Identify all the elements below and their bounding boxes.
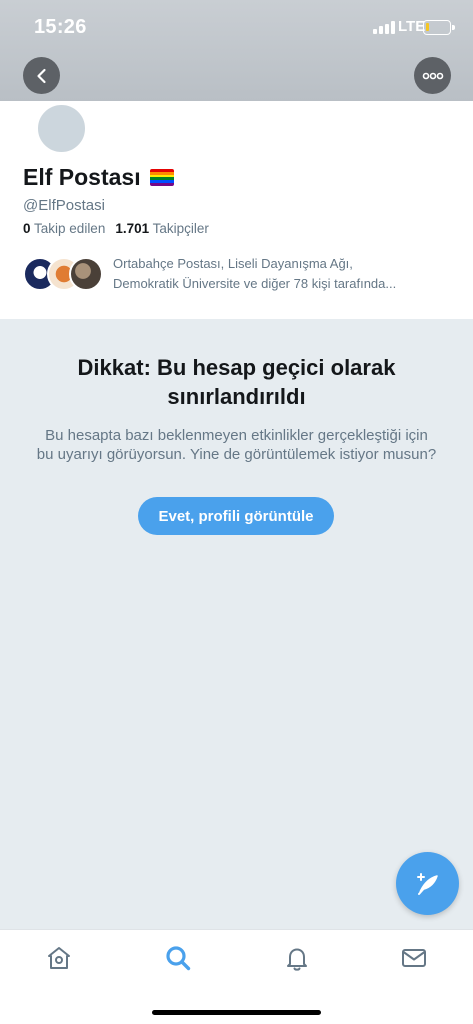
home-icon: [48, 947, 70, 969]
following-link[interactable]: 0 Takip edilen: [23, 221, 105, 236]
view-profile-button[interactable]: Evet, profili görüntüle: [138, 497, 334, 535]
more-button[interactable]: [414, 57, 451, 94]
tab-notifications[interactable]: [281, 942, 313, 974]
mutual-followers-avatars[interactable]: [23, 257, 103, 291]
name-row: Elf Postası: [23, 164, 174, 191]
profile-name: Elf Postası: [23, 164, 141, 190]
chevron-left-icon: [36, 68, 46, 83]
search-icon: [166, 946, 191, 971]
back-button[interactable]: [23, 57, 60, 94]
warning-body: Bu hesapta bazı beklenmeyen etkinlikler …: [36, 427, 437, 463]
followers-count: 1.701: [115, 221, 150, 236]
followed-by-line: Ortabahçe Postası, Liseli Dayanışma Ağı,: [113, 256, 353, 271]
battery-icon: [423, 20, 455, 35]
tab-search[interactable]: [162, 942, 194, 974]
profile-avatar[interactable]: [36, 103, 87, 154]
profile-handle: @ElfPostasi: [23, 197, 105, 214]
mutual-avatar: [69, 257, 103, 291]
followed-by-line: Demokratik Üniversite ve diğer 78 kişi t…: [113, 276, 397, 291]
profile-header: 15:26 LTE: [0, 0, 473, 101]
battery-level: [426, 23, 429, 31]
rainbow-flag-icon: [149, 169, 174, 186]
compose-feather-icon: [416, 872, 438, 895]
following-label: Takip edilen: [34, 221, 106, 236]
restricted-warning: Dikkat: Bu hesap geçici olarak sınırland…: [0, 319, 473, 929]
bell-icon: [287, 948, 307, 971]
signal-icon: [373, 21, 395, 34]
compose-tweet-button[interactable]: [396, 852, 459, 915]
network-label: LTE: [398, 18, 426, 35]
warning-title: Dikkat: Bu hesap geçici olarak sınırland…: [77, 355, 396, 409]
followers-link[interactable]: 1.701 Takipçiler: [115, 221, 209, 236]
more-horizontal-icon: [422, 72, 443, 79]
following-count: 0: [23, 221, 31, 236]
bottom-tab-bar: [0, 929, 473, 1024]
followed-by-text[interactable]: Ortabahçe Postası, Liseli Dayanışma Ağı,…: [113, 254, 443, 294]
home-indicator: [152, 1010, 321, 1015]
follow-stats: 0 Takip edilen 1.701 Takipçiler: [23, 221, 209, 236]
envelope-icon: [402, 949, 426, 967]
profile-card: Elf Postası @ElfPostasi 0 Takip edilen 1.…: [0, 101, 473, 319]
tab-messages[interactable]: [398, 942, 430, 974]
status-time: 15:26: [34, 16, 87, 38]
followers-label: Takipçiler: [152, 221, 209, 236]
tab-home[interactable]: [43, 942, 75, 974]
